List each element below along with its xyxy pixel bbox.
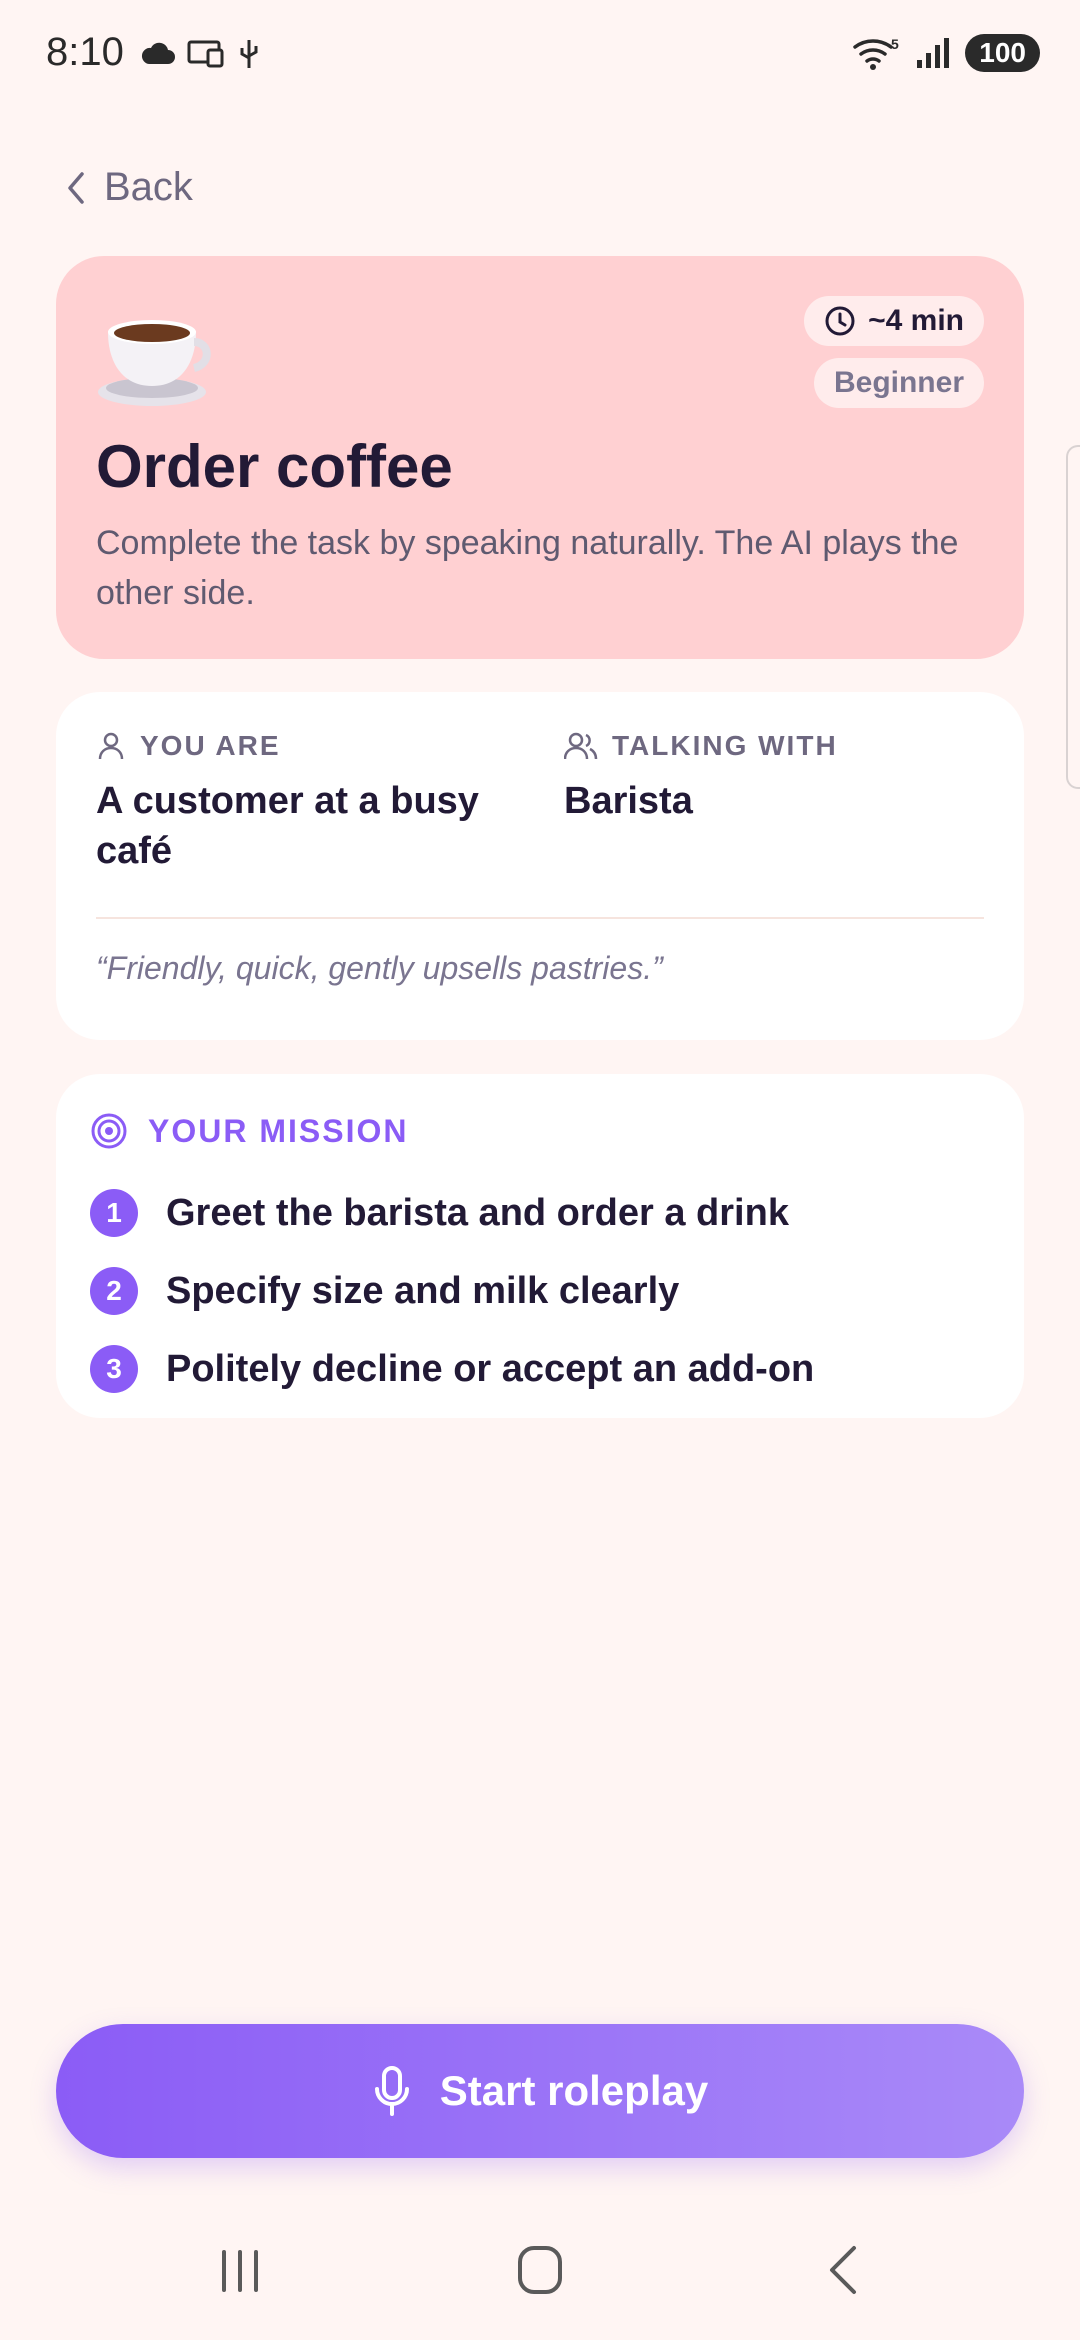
status-icons-left: [140, 38, 262, 70]
status-bar: 8:10 5 100: [0, 0, 1080, 110]
microphone-icon: [374, 2066, 409, 2116]
persona-quote: “Friendly, quick, gently upsells pastrie…: [96, 950, 663, 986]
mission-step: 2 Specify size and milk clearly: [90, 1252, 814, 1330]
level-badge: Beginner: [813, 358, 984, 408]
you-are-value: A customer at a busy café: [96, 780, 479, 872]
duration-label: ~4 min: [868, 304, 964, 337]
clock-icon: [825, 306, 855, 336]
mission-card: YOUR MISSION 1 Greet the barista and ord…: [56, 1074, 1024, 1418]
back-nav-icon[interactable]: [814, 2242, 874, 2298]
back-label: Back: [104, 165, 193, 209]
mission-steps: 1 Greet the barista and order a drink 2 …: [90, 1174, 814, 1408]
mission-step: 3 Politely decline or accept an add-on: [90, 1330, 814, 1408]
scenario-hero-card: ~4 min Beginner Order coffee Complete th…: [56, 256, 1024, 659]
start-roleplay-label: Start roleplay: [439, 2067, 709, 2114]
role-talking-with-header: TALKING WITH: [564, 730, 984, 762]
mission-header: YOUR MISSION: [90, 1112, 408, 1150]
recent-apps-icon[interactable]: [210, 2242, 270, 2298]
duration-badge: ~4 min: [804, 296, 984, 346]
cloud-icon: [141, 42, 175, 64]
wifi-icon: 5: [853, 36, 899, 70]
step-number: 1: [90, 1189, 138, 1237]
status-time: 8:10: [46, 30, 124, 74]
home-icon[interactable]: [510, 2242, 570, 2298]
battery-indicator: 100: [965, 34, 1040, 72]
user-icon: [98, 732, 124, 760]
role-you-are: YOU ARE A customer at a busy café: [96, 730, 516, 876]
divider: [96, 917, 984, 919]
chevron-left-icon: [68, 171, 84, 204]
mission-label: YOUR MISSION: [148, 1112, 409, 1149]
step-text: Politely decline or accept an add-on: [166, 1347, 815, 1390]
start-roleplay-button[interactable]: Start roleplay: [56, 2024, 1024, 2158]
step-text: Greet the barista and order a drink: [166, 1191, 789, 1234]
wifi-badge: 5: [891, 36, 899, 52]
roles-card: YOU ARE A customer at a busy café TALKIN…: [56, 692, 1024, 1040]
scenario-title: Order coffee: [96, 433, 453, 500]
usb-icon: [240, 40, 258, 68]
signal-icon: [917, 38, 950, 68]
back-button[interactable]: Back: [64, 165, 193, 210]
role-talking-with: TALKING WITH Barista: [564, 730, 984, 826]
users-icon: [564, 732, 598, 760]
cast-device-icon: [187, 40, 224, 68]
status-icons-right: 5 100: [851, 34, 1040, 72]
step-text: Specify size and milk clearly: [166, 1269, 680, 1312]
coffee-cup-icon: [98, 320, 211, 406]
you-are-label: YOU ARE: [140, 730, 281, 761]
mission-step: 1 Greet the barista and order a drink: [90, 1174, 814, 1252]
edge-panel-handle[interactable]: [1066, 445, 1080, 789]
talking-with-label: TALKING WITH: [612, 730, 838, 761]
talking-with-value: Barista: [564, 780, 693, 822]
role-you-are-header: YOU ARE: [96, 730, 516, 762]
step-number: 3: [90, 1345, 138, 1393]
target-icon: [91, 1113, 127, 1149]
step-number: 2: [90, 1267, 138, 1315]
system-nav-bar: [0, 2200, 1080, 2340]
scenario-description: Complete the task by speaking naturally.…: [96, 524, 959, 612]
